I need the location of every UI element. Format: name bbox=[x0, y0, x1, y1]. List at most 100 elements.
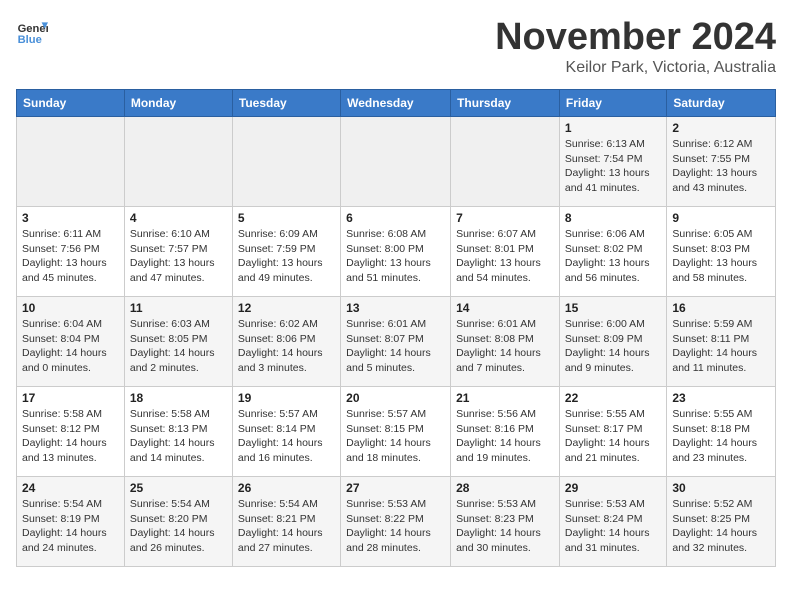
day-number: 13 bbox=[346, 301, 445, 315]
calendar-cell: 11 Sunrise: 6:03 AM Sunset: 8:05 PM Dayli… bbox=[124, 297, 232, 387]
calendar-cell: 28 Sunrise: 5:53 AM Sunset: 8:23 PM Dayli… bbox=[451, 477, 560, 567]
day-number: 14 bbox=[456, 301, 554, 315]
day-info: Sunrise: 5:57 AM Sunset: 8:14 PM Dayligh… bbox=[238, 407, 335, 466]
calendar-cell: 23Sunrise: 5:55 AM Sunset: 8:18 PM Dayli… bbox=[667, 387, 776, 477]
calendar-cell: 18 Sunrise: 5:58 AM Sunset: 8:13 PM Dayli… bbox=[124, 387, 232, 477]
day-number: 19 bbox=[238, 391, 335, 405]
day-number: 25 bbox=[130, 481, 227, 495]
day-number: 7 bbox=[456, 211, 554, 225]
calendar-cell: 20 Sunrise: 5:57 AM Sunset: 8:15 PM Dayli… bbox=[341, 387, 451, 477]
day-info: Sunrise: 5:52 AM Sunset: 8:25 PM Dayligh… bbox=[672, 497, 770, 556]
day-number: 8 bbox=[565, 211, 661, 225]
day-info: Sunrise: 5:57 AM Sunset: 8:15 PM Dayligh… bbox=[346, 407, 445, 466]
day-number: 20 bbox=[346, 391, 445, 405]
day-info: Sunrise: 6:07 AM Sunset: 8:01 PM Dayligh… bbox=[456, 227, 554, 286]
svg-text:Blue: Blue bbox=[18, 34, 42, 46]
calendar-cell: 13 Sunrise: 6:01 AM Sunset: 8:07 PM Dayli… bbox=[341, 297, 451, 387]
month-title: November 2024 bbox=[495, 16, 776, 59]
calendar-cell: 24 Sunrise: 5:54 AM Sunset: 8:19 PM Dayli… bbox=[17, 477, 125, 567]
day-info: Sunrise: 5:53 AM Sunset: 8:23 PM Dayligh… bbox=[456, 497, 554, 556]
day-number: 16 bbox=[672, 301, 770, 315]
day-info: Sunrise: 5:58 AM Sunset: 8:12 PM Dayligh… bbox=[22, 407, 119, 466]
calendar-week-row: 24 Sunrise: 5:54 AM Sunset: 8:19 PM Dayli… bbox=[17, 477, 776, 567]
calendar-cell: 1Sunrise: 6:13 AM Sunset: 7:54 PM Daylig… bbox=[559, 117, 666, 207]
logo: General Blue bbox=[16, 16, 48, 48]
calendar-table: SundayMondayTuesdayWednesdayThursdayFrid… bbox=[16, 89, 776, 567]
calendar-cell: 5Sunrise: 6:09 AM Sunset: 7:59 PM Daylig… bbox=[232, 207, 340, 297]
calendar-cell: 8 Sunrise: 6:06 AM Sunset: 8:02 PM Daylig… bbox=[559, 207, 666, 297]
day-number: 22 bbox=[565, 391, 661, 405]
day-number: 4 bbox=[130, 211, 227, 225]
calendar-cell: 7 Sunrise: 6:07 AM Sunset: 8:01 PM Daylig… bbox=[451, 207, 560, 297]
calendar-cell: 9Sunrise: 6:05 AM Sunset: 8:03 PM Daylig… bbox=[667, 207, 776, 297]
day-info: Sunrise: 6:05 AM Sunset: 8:03 PM Dayligh… bbox=[672, 227, 770, 286]
day-number: 15 bbox=[565, 301, 661, 315]
calendar-cell bbox=[451, 117, 560, 207]
calendar-cell bbox=[341, 117, 451, 207]
day-info: Sunrise: 5:53 AM Sunset: 8:24 PM Dayligh… bbox=[565, 497, 661, 556]
location-title: Keilor Park, Victoria, Australia bbox=[495, 59, 776, 77]
day-number: 21 bbox=[456, 391, 554, 405]
calendar-cell: 10 Sunrise: 6:04 AM Sunset: 8:04 PM Dayli… bbox=[17, 297, 125, 387]
day-number: 10 bbox=[22, 301, 119, 315]
day-info: Sunrise: 6:00 AM Sunset: 8:09 PM Dayligh… bbox=[565, 317, 661, 376]
day-info: Sunrise: 5:59 AM Sunset: 8:11 PM Dayligh… bbox=[672, 317, 770, 376]
calendar-cell: 12 Sunrise: 6:02 AM Sunset: 8:06 PM Dayli… bbox=[232, 297, 340, 387]
calendar-week-row: 10 Sunrise: 6:04 AM Sunset: 8:04 PM Dayli… bbox=[17, 297, 776, 387]
day-info: Sunrise: 5:58 AM Sunset: 8:13 PM Dayligh… bbox=[130, 407, 227, 466]
calendar-body: 1Sunrise: 6:13 AM Sunset: 7:54 PM Daylig… bbox=[17, 117, 776, 567]
weekday-header-thursday: Thursday bbox=[451, 90, 560, 117]
calendar-cell bbox=[17, 117, 125, 207]
calendar-cell: 4Sunrise: 6:10 AM Sunset: 7:57 PM Daylig… bbox=[124, 207, 232, 297]
day-info: Sunrise: 6:06 AM Sunset: 8:02 PM Dayligh… bbox=[565, 227, 661, 286]
calendar-week-row: 1Sunrise: 6:13 AM Sunset: 7:54 PM Daylig… bbox=[17, 117, 776, 207]
day-number: 28 bbox=[456, 481, 554, 495]
calendar-cell: 6 Sunrise: 6:08 AM Sunset: 8:00 PM Daylig… bbox=[341, 207, 451, 297]
day-number: 18 bbox=[130, 391, 227, 405]
day-info: Sunrise: 6:04 AM Sunset: 8:04 PM Dayligh… bbox=[22, 317, 119, 376]
day-info: Sunrise: 5:54 AM Sunset: 8:19 PM Dayligh… bbox=[22, 497, 119, 556]
day-number: 11 bbox=[130, 301, 227, 315]
calendar-week-row: 17 Sunrise: 5:58 AM Sunset: 8:12 PM Dayli… bbox=[17, 387, 776, 477]
calendar-cell bbox=[124, 117, 232, 207]
page-header: General Blue November 2024 Keilor Park, … bbox=[16, 16, 776, 77]
calendar-cell: 2 Sunrise: 6:12 AM Sunset: 7:55 PM Daylig… bbox=[667, 117, 776, 207]
calendar-cell: 26 Sunrise: 5:54 AM Sunset: 8:21 PM Dayli… bbox=[232, 477, 340, 567]
day-info: Sunrise: 6:02 AM Sunset: 8:06 PM Dayligh… bbox=[238, 317, 335, 376]
title-block: November 2024 Keilor Park, Victoria, Aus… bbox=[495, 16, 776, 77]
day-number: 5 bbox=[238, 211, 335, 225]
day-number: 12 bbox=[238, 301, 335, 315]
day-info: Sunrise: 6:03 AM Sunset: 8:05 PM Dayligh… bbox=[130, 317, 227, 376]
calendar-cell bbox=[232, 117, 340, 207]
day-number: 17 bbox=[22, 391, 119, 405]
day-info: Sunrise: 6:08 AM Sunset: 8:00 PM Dayligh… bbox=[346, 227, 445, 286]
weekday-header-monday: Monday bbox=[124, 90, 232, 117]
calendar-cell: 3Sunrise: 6:11 AM Sunset: 7:56 PM Daylig… bbox=[17, 207, 125, 297]
day-number: 1 bbox=[565, 121, 661, 135]
calendar-cell: 27Sunrise: 5:53 AM Sunset: 8:22 PM Dayli… bbox=[341, 477, 451, 567]
weekday-header-sunday: Sunday bbox=[17, 90, 125, 117]
day-info: Sunrise: 5:53 AM Sunset: 8:22 PM Dayligh… bbox=[346, 497, 445, 556]
day-info: Sunrise: 5:55 AM Sunset: 8:18 PM Dayligh… bbox=[672, 407, 770, 466]
calendar-cell: 14Sunrise: 6:01 AM Sunset: 8:08 PM Dayli… bbox=[451, 297, 560, 387]
weekday-header-friday: Friday bbox=[559, 90, 666, 117]
day-info: Sunrise: 6:12 AM Sunset: 7:55 PM Dayligh… bbox=[672, 137, 770, 196]
calendar-week-row: 3Sunrise: 6:11 AM Sunset: 7:56 PM Daylig… bbox=[17, 207, 776, 297]
day-number: 24 bbox=[22, 481, 119, 495]
calendar-cell: 17 Sunrise: 5:58 AM Sunset: 8:12 PM Dayli… bbox=[17, 387, 125, 477]
day-info: Sunrise: 5:54 AM Sunset: 8:20 PM Dayligh… bbox=[130, 497, 227, 556]
day-number: 2 bbox=[672, 121, 770, 135]
calendar-header-row: SundayMondayTuesdayWednesdayThursdayFrid… bbox=[17, 90, 776, 117]
day-info: Sunrise: 6:01 AM Sunset: 8:07 PM Dayligh… bbox=[346, 317, 445, 376]
day-number: 30 bbox=[672, 481, 770, 495]
day-info: Sunrise: 5:55 AM Sunset: 8:17 PM Dayligh… bbox=[565, 407, 661, 466]
day-number: 6 bbox=[346, 211, 445, 225]
calendar-cell: 22 Sunrise: 5:55 AM Sunset: 8:17 PM Dayli… bbox=[559, 387, 666, 477]
day-info: Sunrise: 5:54 AM Sunset: 8:21 PM Dayligh… bbox=[238, 497, 335, 556]
calendar-cell: 16 Sunrise: 5:59 AM Sunset: 8:11 PM Dayli… bbox=[667, 297, 776, 387]
calendar-cell: 15 Sunrise: 6:00 AM Sunset: 8:09 PM Dayli… bbox=[559, 297, 666, 387]
day-number: 26 bbox=[238, 481, 335, 495]
day-number: 3 bbox=[22, 211, 119, 225]
calendar-cell: 19 Sunrise: 5:57 AM Sunset: 8:14 PM Dayli… bbox=[232, 387, 340, 477]
weekday-header-saturday: Saturday bbox=[667, 90, 776, 117]
